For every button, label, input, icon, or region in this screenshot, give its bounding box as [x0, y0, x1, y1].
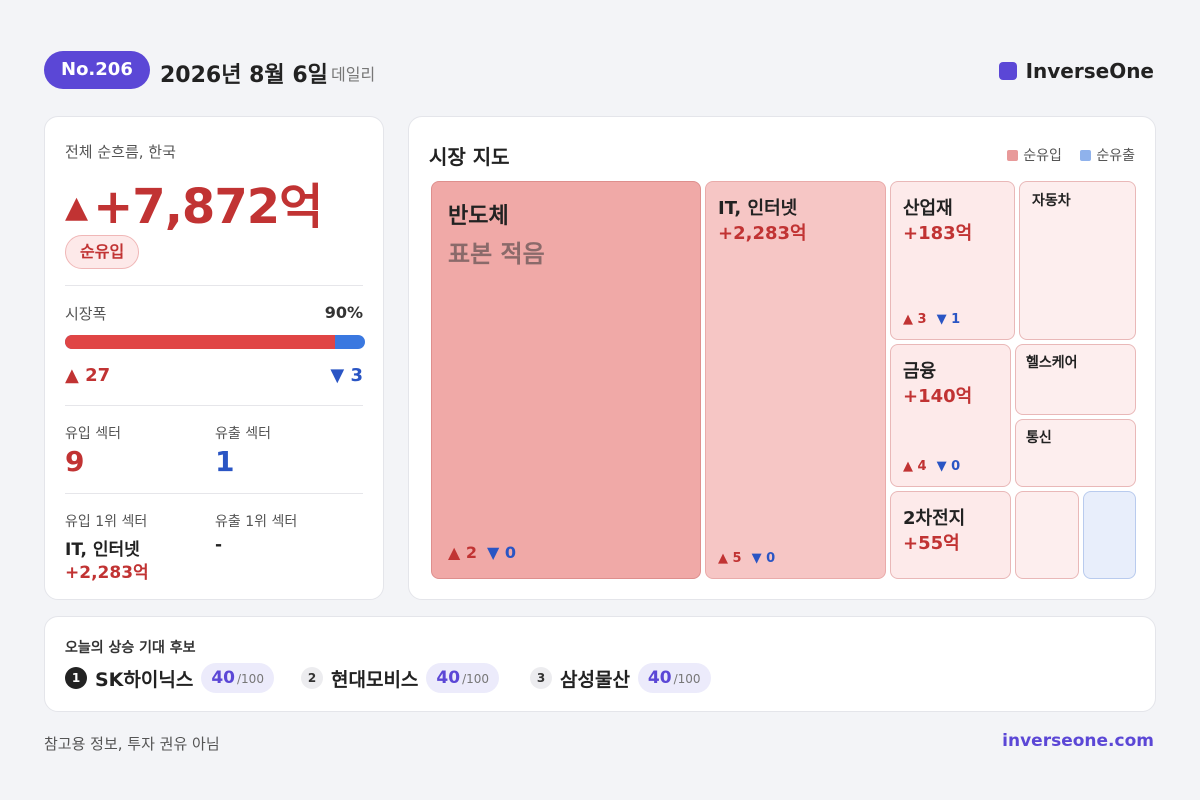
candidate-name: 현대모비스: [331, 668, 419, 691]
breadth-bar: [65, 335, 365, 349]
score-value: 40: [436, 668, 461, 688]
tile-name: 2차전지: [903, 508, 966, 529]
divider: [65, 493, 363, 494]
up-arrow-icon: ▲: [65, 190, 88, 225]
breadth-bar-fill: [65, 335, 335, 349]
tile-note: 표본 적음: [448, 240, 545, 268]
tile-up-count: ▲ 4: [903, 459, 927, 474]
tile-semiconductor[interactable]: 반도체 표본 적음 ▲ 2 ▼ 0: [431, 181, 701, 579]
flow-status-badge: 순유입: [65, 235, 140, 269]
legend-swatch-inflow: [1007, 150, 1019, 161]
summary-card: 전체 순흐름, 한국 ▲ +7,872억 순유입 시장폭 90% ▲ 27 ▼ 3…: [44, 116, 384, 600]
breadth-percent: 90%: [324, 303, 363, 322]
legend-inflow: 순유입: [1007, 148, 1062, 164]
disclaimer: 참고용 정보, 투자 권유 아님: [44, 735, 220, 753]
tile-value: +55억: [903, 533, 960, 554]
tile-name: 자동차: [1032, 193, 1071, 209]
tile-down-count: ▼ 0: [751, 551, 776, 566]
divider: [65, 405, 363, 406]
top-outflow-label: 유출 1위 섹터: [215, 514, 298, 530]
site-link[interactable]: inverseone.com: [1002, 731, 1154, 751]
market-map-card: 시장 지도 순유입 순유출 반도체 표본 적음 ▲ 2 ▼ 0 IT, 인터넷 +…: [408, 116, 1156, 600]
legend-outflow: 순유출: [1080, 148, 1135, 164]
top-outflow-sector: -: [215, 535, 223, 555]
tile-up-count: ▲ 3: [903, 312, 927, 327]
candidates-title: 오늘의 상승 기대 후보: [65, 640, 196, 656]
candidate-item[interactable]: 3 삼성물산 40/100: [530, 663, 711, 695]
map-legend: 순유입 순유출: [993, 145, 1135, 165]
inflow-sectors-label: 유입 섹터: [65, 426, 121, 442]
score-value: 40: [647, 668, 672, 688]
tile-counts: ▲ 4 ▼ 0: [903, 459, 960, 474]
score-max: /100: [237, 672, 264, 686]
breadth-label: 시장폭: [65, 305, 107, 323]
score-badge: 40/100: [426, 663, 500, 693]
candidate-name: 삼성물산: [560, 668, 630, 691]
tile-automobile[interactable]: 자동차: [1019, 181, 1136, 340]
total-flow-label: 전체 순흐름, 한국: [65, 143, 176, 161]
tile-finance[interactable]: 금융 +140억 ▲ 4 ▼ 0: [890, 344, 1011, 487]
brand-square-icon: [998, 62, 1017, 80]
score-badge: 40/100: [201, 663, 274, 693]
brand-name: InverseOne: [1025, 59, 1154, 83]
tile-value: +2,283억: [718, 223, 807, 244]
report-date: 2026년 8월 6일: [160, 63, 328, 88]
tile-name: 헬스케어: [1026, 355, 1078, 371]
score-value: 40: [211, 668, 235, 688]
top-inflow-sector: IT, 인터넷: [65, 540, 140, 560]
tile-name: IT, 인터넷: [718, 198, 798, 219]
tile-counts: ▲ 2 ▼ 0: [448, 543, 516, 562]
tile-healthcare[interactable]: 헬스케어: [1015, 344, 1136, 415]
tile-down-count: ▼ 0: [487, 543, 517, 562]
tile-small-inflow[interactable]: [1015, 491, 1079, 579]
candidate-item[interactable]: 1 SK하이닉스 40/100: [65, 663, 274, 695]
tile-value: +140억: [903, 386, 973, 407]
tile-name: 반도체: [448, 204, 509, 229]
tile-secondary-battery[interactable]: 2차전지 +55억: [890, 491, 1011, 579]
candidate-name: SK하이닉스: [95, 668, 194, 691]
tile-industrial[interactable]: 산업재 +183억 ▲ 3 ▼ 1: [890, 181, 1015, 340]
tile-telecom[interactable]: 통신: [1015, 419, 1136, 487]
report-frequency: 데일리: [331, 65, 376, 84]
divider: [65, 285, 363, 286]
top-inflow-value: +2,283억: [65, 563, 149, 583]
top-inflow-label: 유입 1위 섹터: [65, 514, 148, 530]
header: No.206 2026년 8월 6일 데일리 InverseOne: [44, 51, 1156, 89]
legend-swatch-outflow: [1080, 150, 1092, 161]
tile-name: 금융: [903, 361, 937, 382]
tile-name: 산업재: [903, 198, 953, 219]
tile-up-count: ▲ 5: [718, 551, 742, 566]
tile-down-count: ▼ 1: [936, 312, 961, 327]
inflow-sectors-count: 9: [65, 445, 85, 478]
brand-logo: InverseOne: [998, 59, 1154, 83]
tile-small-outflow[interactable]: [1083, 491, 1136, 579]
issue-badge: No.206: [44, 51, 150, 89]
tile-down-count: ▼ 0: [936, 459, 961, 474]
rank-badge: 3: [530, 667, 552, 689]
decliners-count: ▼ 3: [330, 365, 363, 386]
total-flow-amount: +7,872억: [93, 179, 323, 235]
score-max: /100: [462, 672, 490, 686]
outflow-sectors-count: 1: [215, 445, 235, 478]
candidate-item[interactable]: 2 현대모비스 40/100: [301, 663, 500, 695]
rank-badge: 2: [301, 667, 323, 689]
tile-it-internet[interactable]: IT, 인터넷 +2,283억 ▲ 5 ▼ 0: [705, 181, 886, 579]
tile-counts: ▲ 3 ▼ 1: [903, 312, 960, 327]
tile-up-count: ▲ 2: [448, 543, 478, 562]
tile-counts: ▲ 5 ▼ 0: [718, 551, 775, 566]
score-max: /100: [673, 672, 701, 686]
advancers-count: ▲ 27: [65, 365, 111, 386]
tile-name: 통신: [1026, 430, 1052, 446]
outflow-sectors-label: 유출 섹터: [215, 426, 271, 442]
market-map-title: 시장 지도: [429, 145, 510, 169]
total-flow-value: ▲ +7,872억: [65, 167, 323, 237]
tile-value: +183억: [903, 223, 973, 244]
candidates-card: 오늘의 상승 기대 후보 1 SK하이닉스 40/100 2 현대모비스 40/100 …: [44, 616, 1156, 712]
score-badge: 40/100: [637, 663, 711, 693]
rank-badge: 1: [65, 667, 87, 689]
